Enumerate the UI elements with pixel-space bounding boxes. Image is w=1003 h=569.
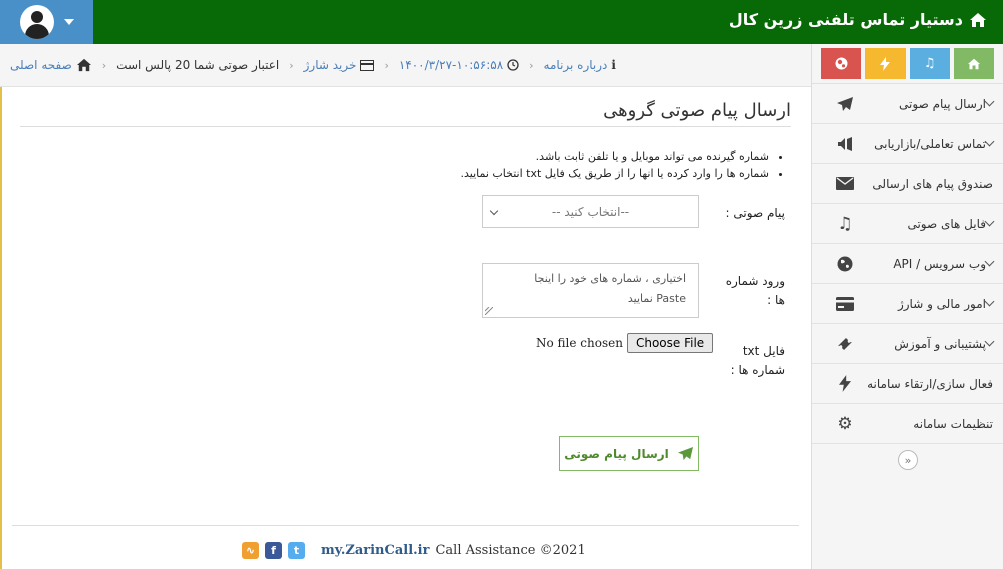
- site-link[interactable]: my.ZarinCall.ir: [321, 543, 429, 558]
- shortcut-music-button[interactable]: ♫: [909, 48, 950, 79]
- chevron-down-icon: [984, 216, 995, 227]
- home-icon: [76, 58, 91, 72]
- buy-charge-link[interactable]: خرید شارژ: [304, 58, 357, 72]
- sidebar-item-support[interactable]: پشتیبانی و آموزش: [812, 324, 1003, 364]
- send-voice-label: ارسال پیام صوتی: [564, 446, 669, 461]
- send-voice-button[interactable]: ارسال پیام صوتی: [559, 436, 699, 471]
- music-note-icon: ♫: [837, 213, 853, 234]
- send-icon: [832, 96, 858, 112]
- select-value: --انتخاب کنید --: [551, 204, 630, 219]
- home-icon: [970, 12, 986, 27]
- chevron-down-icon: [984, 96, 995, 107]
- megaphone-icon: [832, 136, 858, 152]
- sidebar-item-finance[interactable]: امور مالی و شارژ: [812, 284, 1003, 324]
- breadcrumb-home-label[interactable]: صفحه اصلی: [10, 58, 72, 72]
- copyright-text: Call Assistance ©2021: [435, 543, 586, 558]
- music-note-icon: ♫: [923, 56, 936, 71]
- sidebar-item-activation[interactable]: فعال سازی/ارتقاء سامانه: [812, 364, 1003, 404]
- choose-file-button[interactable]: Choose File: [626, 333, 714, 353]
- globe-icon: [835, 57, 848, 70]
- file-label: فایل txt شماره ها :: [730, 344, 785, 377]
- chevron-down-icon: [984, 256, 995, 267]
- info-icon: i: [611, 58, 616, 72]
- breadcrumb-buy-charge[interactable]: خرید شارژ: [304, 58, 375, 72]
- globe-icon: [832, 256, 858, 272]
- gear-icon: ⚙: [837, 413, 853, 434]
- list-item: شماره ها را وارد کرده یا انها را از طریق…: [461, 165, 770, 182]
- shortcut-bar: ♫: [812, 44, 1003, 84]
- home-icon: [967, 58, 980, 69]
- list-item: شماره گیرنده می تواند موبایل و یا تلفن ث…: [461, 148, 769, 165]
- about-link[interactable]: درباره برنامه: [544, 58, 608, 72]
- main-content: ارسال پیام صوتی گروهی شماره گیرنده می تو…: [0, 88, 811, 569]
- sidebar-item-send-voice[interactable]: ارسال پیام صوتی: [812, 84, 1003, 124]
- shortcut-bolt-button[interactable]: [865, 48, 906, 79]
- chevron-left-icon: ‹: [529, 58, 534, 72]
- voice-message-label: پیام صوتی :: [725, 206, 785, 220]
- bolt-icon: [832, 375, 858, 392]
- chevron-left-icon: ‹: [289, 58, 294, 72]
- chevron-down-icon: [984, 296, 995, 307]
- chevron-down-icon: [984, 136, 995, 147]
- chevron-left-icon: ‹: [101, 58, 107, 72]
- bolt-icon: [880, 56, 891, 71]
- voice-message-select[interactable]: --انتخاب کنید --: [482, 195, 699, 228]
- page-title: ارسال پیام صوتی گروهی: [603, 100, 791, 121]
- chevron-down-icon: [984, 336, 995, 347]
- ticket-icon: [832, 336, 858, 352]
- rss-icon[interactable]: ∿: [242, 542, 259, 559]
- credit-card-icon: [360, 59, 375, 71]
- collapse-sidebar-button[interactable]: »: [898, 450, 918, 470]
- credit-card-icon: [832, 296, 858, 311]
- breadcrumb: صفحه اصلی ‹ اعتبار صوتی شما 20 پالس است …: [0, 44, 811, 87]
- resize-handle-icon[interactable]: [485, 307, 493, 315]
- chevron-left-icon: ‹: [384, 58, 389, 72]
- credit-status: اعتبار صوتی شما 20 پالس است: [116, 58, 280, 72]
- shortcut-home-button[interactable]: [953, 48, 994, 79]
- footer: ∿ f t my.ZarinCall.ir Call Assistance ©2…: [242, 542, 586, 559]
- sidebar-item-outbox[interactable]: صندوق پیام های ارسالی: [812, 164, 1003, 204]
- twitter-icon[interactable]: t: [288, 542, 305, 559]
- envelope-icon: [832, 177, 858, 190]
- sidebar-menu: ارسال پیام صوتی تماس تعاملی/بازاریابی صن…: [812, 84, 1003, 444]
- instructions-list: شماره گیرنده می تواند موبایل و یا تلفن ث…: [461, 148, 784, 182]
- brand[interactable]: دستیار تماس تلفنی زرین کال: [729, 10, 987, 29]
- top-bar: دستیار تماس تلفنی زرین کال: [0, 0, 1003, 44]
- breadcrumb-datetime: ۱۴۰۰/۳/۲۷-۱۰:۵۶:۵۸: [399, 58, 519, 72]
- avatar[interactable]: [19, 5, 54, 39]
- sidebar-item-web-service[interactable]: وب سرویس / API: [812, 244, 1003, 284]
- file-input[interactable]: No file chosen Choose File: [536, 333, 714, 353]
- user-menu-toggle[interactable]: [0, 0, 93, 44]
- numbers-textarea[interactable]: اختیاری ، شماره های خود را اینجا Paste ن…: [482, 263, 699, 318]
- double-chevron-icon: »: [904, 453, 912, 467]
- sidebar: ♫ ارسال پیام صوتی تماس تعاملی/بازاریابی …: [811, 44, 1003, 569]
- clock-icon: [507, 59, 519, 71]
- sidebar-item-settings[interactable]: ⚙ تنظیمات سامانه: [812, 404, 1003, 444]
- send-icon: [677, 446, 693, 461]
- shortcut-globe-button[interactable]: [821, 48, 862, 79]
- chevron-down-icon: [489, 206, 499, 216]
- sidebar-item-interactive-call[interactable]: تماس تعاملی/بازاریابی: [812, 124, 1003, 164]
- footer-divider: [12, 525, 799, 526]
- file-status: No file chosen: [536, 336, 623, 350]
- brand-title: دستیار تماس تلفنی زرین کال: [728, 10, 963, 29]
- datetime-label: ۱۴۰۰/۳/۲۷-۱۰:۵۶:۵۸: [398, 58, 504, 72]
- sidebar-item-audio-files[interactable]: ♫ فایل های صوتی: [812, 204, 1003, 244]
- numbers-label: ورود شماره ها :: [725, 274, 785, 307]
- breadcrumb-about[interactable]: i درباره برنامه: [544, 58, 616, 72]
- breadcrumb-home[interactable]: صفحه اصلی: [10, 58, 92, 72]
- title-divider: [20, 126, 791, 127]
- caret-down-icon[interactable]: [63, 19, 74, 25]
- facebook-icon[interactable]: f: [265, 542, 282, 559]
